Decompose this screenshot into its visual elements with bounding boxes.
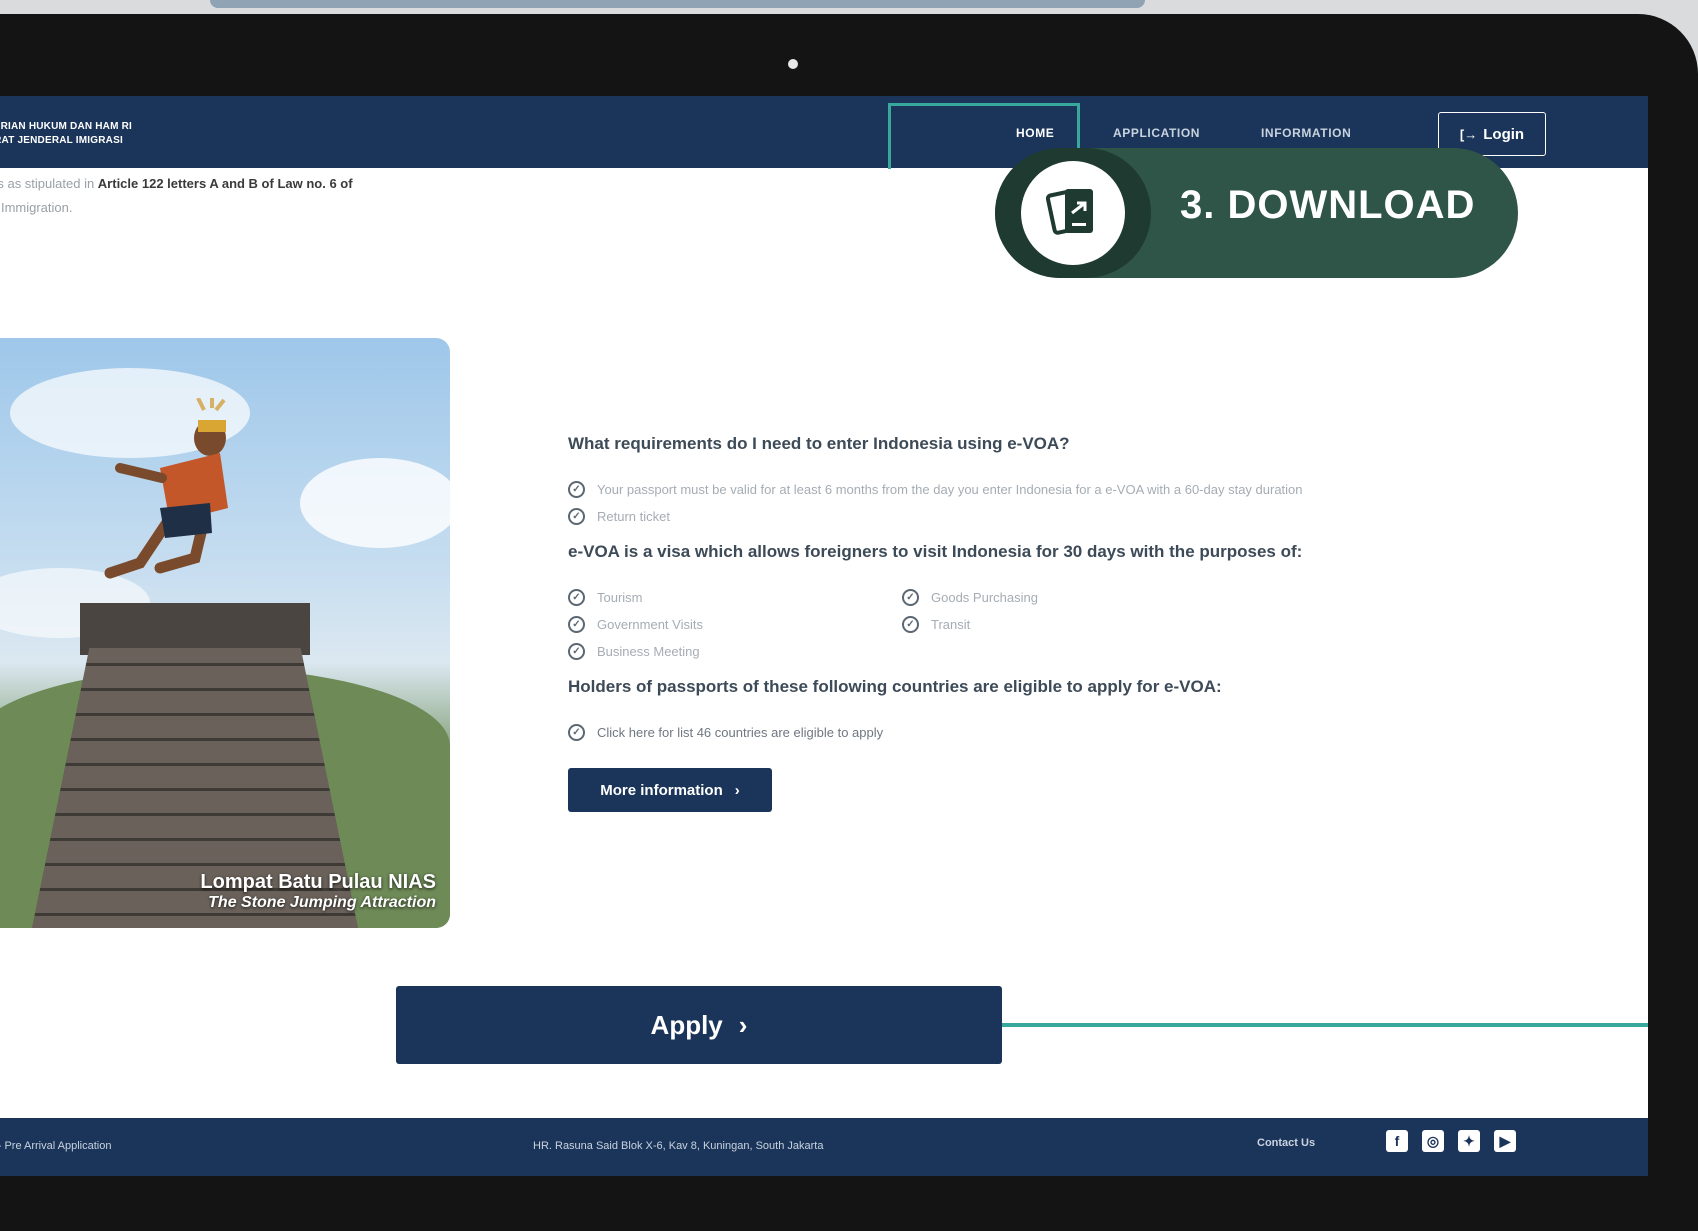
facebook-icon[interactable]: f bbox=[1386, 1130, 1408, 1152]
twitter-icon[interactable]: ✦ bbox=[1458, 1130, 1480, 1152]
list-item: ✓ Return ticket bbox=[568, 503, 1628, 530]
check-circle-icon: ✓ bbox=[568, 481, 585, 498]
check-circle-icon: ✓ bbox=[568, 616, 585, 633]
download-step-badge: 3. DOWNLOAD bbox=[995, 148, 1518, 278]
page-footer: ion - Pre Arrival Application HR. Rasuna… bbox=[0, 1118, 1648, 1176]
purpose-text: Tourism bbox=[597, 590, 643, 605]
check-circle-icon: ✓ bbox=[568, 643, 585, 660]
webcam bbox=[788, 59, 798, 69]
instagram-icon[interactable]: ◎ bbox=[1422, 1130, 1444, 1152]
list-item: ✓ Government Visits bbox=[568, 611, 902, 638]
requirement-text: Your passport must be valid for at least… bbox=[597, 482, 1303, 497]
countries-list: ✓ Click here for list 46 countries are e… bbox=[568, 719, 1628, 746]
nav-home[interactable]: HOME bbox=[1016, 126, 1054, 140]
brand-line-2: TORAT JENDERAL IMIGRASI bbox=[0, 135, 123, 146]
check-circle-icon: ✓ bbox=[902, 616, 919, 633]
passport-icon bbox=[1045, 189, 1093, 235]
purposes-column-1: ✓ Tourism ✓ Government Visits ✓ Business… bbox=[568, 584, 902, 665]
requirement-text: Return ticket bbox=[597, 509, 670, 524]
intro-line1-prefix: ions as stipulated in bbox=[0, 176, 95, 191]
requirements-heading: What requirements do I need to enter Ind… bbox=[568, 434, 1070, 453]
more-information-label: More information bbox=[600, 781, 723, 799]
evoa-info-section: What requirements do I need to enter Ind… bbox=[568, 434, 1628, 812]
chevron-right-icon: › bbox=[734, 781, 740, 799]
social-links: f ◎ ✦ ▶ bbox=[1386, 1130, 1516, 1152]
browser-screen: NTERIAN HUKUM DAN HAM RI TORAT JENDERAL … bbox=[0, 96, 1648, 1176]
apply-button[interactable]: Apply › bbox=[396, 986, 1002, 1064]
photo-caption-title: Lompat Batu Pulau NIAS bbox=[200, 871, 436, 893]
purpose-text: Business Meeting bbox=[597, 644, 700, 659]
laptop-lid-edge bbox=[210, 0, 1145, 8]
list-item: ✓ Transit bbox=[902, 611, 1236, 638]
photo-caption: Lompat Batu Pulau NIAS The Stone Jumping… bbox=[200, 871, 436, 912]
eligible-countries-link[interactable]: ✓ Click here for list 46 countries are e… bbox=[568, 719, 1628, 746]
login-label: Login bbox=[1483, 125, 1525, 143]
laptop-frame: NTERIAN HUKUM DAN HAM RI TORAT JENDERAL … bbox=[0, 14, 1698, 1231]
login-icon: [→ bbox=[1459, 126, 1478, 142]
photo-caption-subtitle: The Stone Jumping Attraction bbox=[208, 894, 436, 911]
brand-line-1: NTERIAN HUKUM DAN HAM RI bbox=[0, 121, 133, 132]
intro-paragraph: ions as stipulated in Article 122 letter… bbox=[0, 172, 500, 220]
list-item: ✓ Tourism bbox=[568, 584, 902, 611]
nav-application[interactable]: APPLICATION bbox=[1113, 126, 1200, 140]
check-circle-icon: ✓ bbox=[568, 589, 585, 606]
nav-information[interactable]: INFORMATION bbox=[1261, 126, 1351, 140]
purposes-column-2: ✓ Goods Purchasing ✓ Transit bbox=[902, 584, 1236, 665]
nias-stone-jumping-photo: Lompat Batu Pulau NIAS The Stone Jumping… bbox=[0, 338, 450, 928]
chevron-right-icon: › bbox=[738, 1009, 748, 1040]
purpose-text: Government Visits bbox=[597, 617, 703, 632]
list-item: ✓ Goods Purchasing bbox=[902, 584, 1236, 611]
requirements-list: ✓ Your passport must be valid for at lea… bbox=[568, 476, 1628, 530]
purpose-text: Goods Purchasing bbox=[931, 590, 1038, 605]
check-circle-icon: ✓ bbox=[902, 589, 919, 606]
intro-line2: ing Immigration. bbox=[0, 200, 73, 215]
check-circle-icon: ✓ bbox=[568, 508, 585, 525]
intro-line1-bold: Article 122 letters A and B of Law no. 6… bbox=[97, 176, 353, 191]
apply-callout-line bbox=[1002, 1023, 1648, 1027]
agency-brand[interactable]: NTERIAN HUKUM DAN HAM RI TORAT JENDERAL … bbox=[0, 120, 132, 148]
countries-link-text: Click here for list 46 countries are eli… bbox=[597, 725, 884, 740]
download-icon-circle bbox=[995, 148, 1151, 278]
youtube-icon[interactable]: ▶ bbox=[1494, 1130, 1516, 1152]
list-item: ✓ Business Meeting bbox=[568, 638, 902, 665]
list-item: ✓ Your passport must be valid for at lea… bbox=[568, 476, 1628, 503]
footer-address: HR. Rasuna Said Blok X-6, Kav 8, Kuninga… bbox=[533, 1140, 824, 1152]
apply-label: Apply bbox=[650, 1009, 723, 1040]
purpose-text: Transit bbox=[931, 617, 971, 632]
contact-us-link[interactable]: Contact Us bbox=[1257, 1137, 1315, 1149]
purposes-grid: ✓ Tourism ✓ Government Visits ✓ Business… bbox=[568, 584, 1628, 665]
jumping-man-figure bbox=[104, 398, 228, 579]
footer-app-name: ion - Pre Arrival Application bbox=[0, 1140, 112, 1152]
check-circle-icon: ✓ bbox=[568, 724, 585, 741]
purposes-heading: e-VOA is a visa which allows foreigners … bbox=[568, 542, 1303, 561]
more-information-button[interactable]: More information › bbox=[568, 768, 772, 812]
download-step-label: 3. DOWNLOAD bbox=[1180, 183, 1476, 227]
countries-heading: Holders of passports of these following … bbox=[568, 677, 1222, 696]
